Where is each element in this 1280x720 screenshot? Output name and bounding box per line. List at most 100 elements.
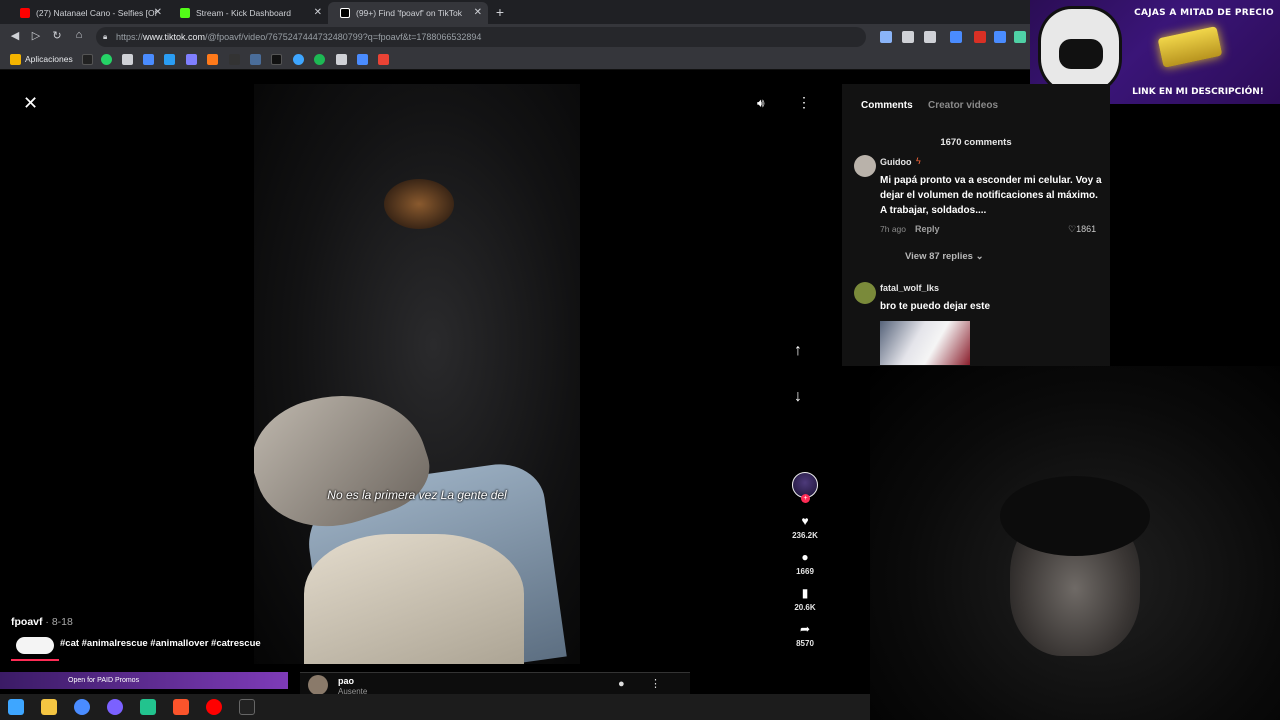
stream-username: pao	[338, 676, 355, 686]
more-options-icon[interactable]: ⋮	[650, 677, 661, 690]
app-icon[interactable]	[140, 699, 156, 715]
bookmark-icon[interactable]	[164, 54, 175, 65]
comments-panel: Comments Creator videos 1670 comments Gu…	[842, 84, 1110, 366]
toggle-pill[interactable]	[16, 637, 54, 654]
bookmark-icon[interactable]	[357, 54, 368, 65]
video-hashtags[interactable]: #cat #animalrescue #animallover #catresc…	[60, 638, 261, 649]
url-path: /@fpoavf/video/7675247444732480799?q=fpo…	[205, 32, 482, 42]
youtube-icon	[20, 8, 30, 18]
chrome-icon[interactable]	[74, 699, 90, 715]
discord-icon[interactable]	[186, 54, 197, 65]
tab-youtube[interactable]: (27) Natanael Cano - Selfies [Of ✕	[8, 2, 168, 24]
gmail-icon[interactable]	[378, 54, 389, 65]
extension-icon[interactable]	[950, 31, 962, 43]
bookmarks-bar: Aplicaciones	[0, 50, 1030, 70]
like-button[interactable]: ♥ 236.2K	[785, 514, 825, 540]
video-player[interactable]: No es la primera vez La gente del	[254, 84, 580, 664]
windows-start-icon[interactable]	[8, 699, 24, 715]
tab-comments[interactable]: Comments	[861, 100, 913, 111]
stream-user-bar: pao Ausente ● ⋮	[300, 672, 690, 696]
puzzle-icon[interactable]	[994, 31, 1006, 43]
share-button[interactable]: ➦ 8570	[785, 622, 825, 648]
video-progress-bar[interactable]	[11, 659, 59, 661]
flask-icon[interactable]	[1014, 31, 1026, 43]
home-icon[interactable]: ⌂	[72, 29, 86, 41]
heart-icon: ♥	[801, 514, 809, 528]
treasure-chest-icon	[1157, 26, 1223, 68]
bookmark-icon[interactable]	[82, 54, 93, 65]
file-explorer-icon[interactable]	[41, 699, 57, 715]
url-prefix: https://	[116, 32, 144, 42]
url-host: www.tiktok.com	[143, 32, 206, 42]
reply-button[interactable]: Reply	[915, 224, 940, 234]
bookmark-icon[interactable]	[207, 54, 218, 65]
apps-grid-icon[interactable]	[10, 54, 21, 65]
close-tab-icon[interactable]: ✕	[314, 2, 322, 24]
bookmark-icon[interactable]	[314, 54, 325, 65]
bookmark-icon[interactable]	[250, 54, 261, 65]
share-icon[interactable]	[902, 31, 914, 43]
fire-icon: ϟ	[916, 156, 921, 166]
share-count: 8570	[796, 639, 814, 648]
comment-username[interactable]: fatal_wolf_lks	[880, 283, 939, 293]
extension-icon[interactable]	[974, 31, 986, 43]
comment-time: 7h ago	[880, 224, 906, 234]
browser-tab-bar: (27) Natanael Cano - Selfies [Of ✕ Strea…	[0, 0, 1030, 24]
windows-taskbar	[0, 694, 870, 720]
next-video-icon[interactable]: ↓	[794, 388, 802, 406]
bookmark-icon[interactable]	[122, 54, 133, 65]
volume-icon[interactable]: 🔊︎	[757, 96, 765, 111]
chevron-down-icon: ⌄	[975, 251, 984, 262]
new-tab-button[interactable]: +	[488, 2, 512, 24]
bookmark-icon[interactable]	[293, 54, 304, 65]
install-icon[interactable]	[880, 31, 892, 43]
share-arrow-icon: ➦	[799, 622, 811, 636]
like-count: 236.2K	[792, 531, 818, 540]
brave-icon[interactable]	[173, 699, 189, 715]
whatsapp-icon[interactable]	[101, 54, 112, 65]
bookmark-icon[interactable]	[143, 54, 154, 65]
close-tab-icon[interactable]: ✕	[154, 2, 162, 24]
chat-icon[interactable]: ●	[618, 678, 625, 690]
avatar[interactable]	[854, 282, 876, 304]
comment-count: 1669	[796, 567, 814, 576]
tab-tiktok[interactable]: (99+) Find 'fpoavf' on TikTok ✕	[328, 2, 488, 24]
previous-video-icon[interactable]: ↑	[794, 342, 802, 360]
bookmark-icon[interactable]	[271, 54, 282, 65]
tab-title: (27) Natanael Cano - Selfies [Of	[36, 8, 157, 18]
tab-kick[interactable]: Stream - Kick Dashboard ✕	[168, 2, 328, 24]
follow-plus-icon[interactable]: +	[801, 494, 810, 503]
ad-subtitle: LINK EN MI DESCRIPCIÓN!	[1132, 87, 1264, 97]
stream-promo-banner: Open for PAID Promos	[0, 672, 288, 689]
bookmark-icon[interactable]	[336, 54, 347, 65]
more-options-icon[interactable]: ⋮	[797, 94, 811, 111]
tab-creator-videos[interactable]: Creator videos	[928, 100, 998, 111]
app-icon[interactable]	[239, 699, 255, 715]
author-name: fpoavf	[11, 616, 43, 628]
back-icon[interactable]: ◀	[8, 29, 22, 42]
bookmark-star-icon[interactable]	[924, 31, 936, 43]
close-icon[interactable]: ✕	[23, 93, 38, 114]
view-replies-button[interactable]: View 87 replies ⌄	[905, 251, 984, 262]
app-icon[interactable]	[107, 699, 123, 715]
avatar[interactable]	[854, 155, 876, 177]
avatar	[308, 675, 328, 695]
forward-icon[interactable]: ▷	[29, 29, 43, 42]
tab-title: (99+) Find 'fpoavf' on TikTok	[356, 8, 463, 18]
reload-icon[interactable]: ↻	[50, 29, 64, 42]
cat-figure	[384, 179, 454, 229]
comment-like-button[interactable]: ♡1861	[1068, 224, 1096, 235]
comment-image-cat[interactable]	[880, 321, 970, 365]
youtube-icon[interactable]	[206, 699, 222, 715]
mascot-avatar	[1038, 6, 1122, 94]
close-tab-icon[interactable]: ✕	[474, 2, 482, 24]
video-scene-shirt	[304, 534, 524, 664]
comment-button[interactable]: ● 1669	[785, 550, 825, 576]
save-button[interactable]: ▮ 20.6K	[785, 586, 825, 612]
bookmark-apps[interactable]: Aplicaciones	[25, 54, 73, 64]
post-date: · 8-18	[42, 616, 73, 628]
address-bar[interactable]: 🔒︎ https://www.tiktok.com/@fpoavf/video/…	[96, 27, 866, 47]
bookmark-icon[interactable]	[229, 54, 240, 65]
comment-username[interactable]: Guidoo	[880, 157, 912, 167]
video-author[interactable]: fpoavf · 8-18	[11, 616, 73, 628]
